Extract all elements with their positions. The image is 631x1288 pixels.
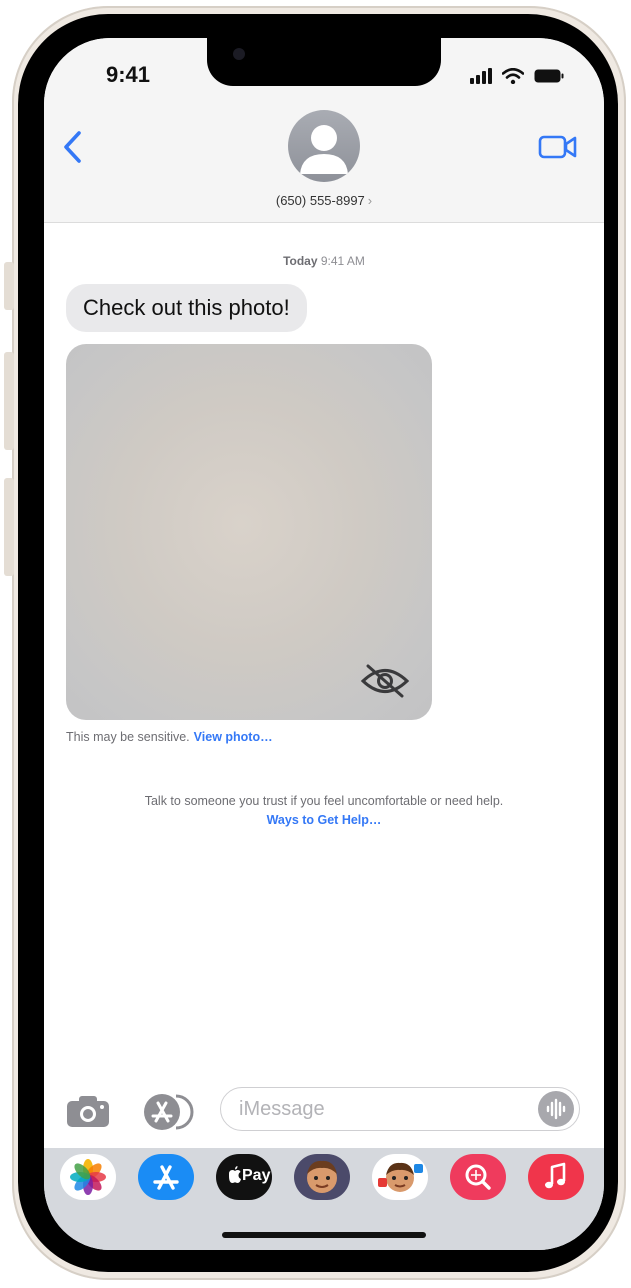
audio-waveform-icon	[546, 1098, 566, 1120]
help-text: Talk to someone you trust if you feel un…	[144, 794, 504, 808]
memoji-icon	[307, 1160, 337, 1193]
music-app[interactable]	[528, 1154, 584, 1200]
wifi-icon	[502, 68, 524, 84]
contact-chevron: ›	[367, 193, 373, 208]
home-indicator[interactable]	[222, 1232, 426, 1238]
ways-to-get-help-link[interactable]: Ways to Get Help…	[104, 813, 544, 828]
back-chevron-icon[interactable]	[62, 130, 84, 164]
images-search-icon	[465, 1164, 491, 1190]
contact-avatar[interactable]	[288, 110, 360, 182]
imessage-input[interactable]: iMessage	[220, 1087, 580, 1131]
camera-icon[interactable]	[66, 1094, 110, 1128]
side-button-volume-down	[4, 478, 14, 576]
front-camera	[233, 48, 245, 60]
side-button-volume-up	[4, 352, 14, 450]
images-search-app[interactable]	[450, 1154, 506, 1200]
received-message-bubble[interactable]: Check out this photo!	[66, 284, 307, 332]
apps-button[interactable]	[140, 1092, 200, 1137]
photos-app[interactable]	[60, 1154, 116, 1200]
photos-app-icon	[70, 1159, 106, 1195]
memoji-app[interactable]	[294, 1154, 350, 1200]
signal-icon	[470, 68, 492, 84]
apple-pay-label: Pay	[242, 1167, 271, 1184]
memoji-stickers-app[interactable]	[372, 1154, 428, 1200]
blurred-sensitive-photo[interactable]	[66, 344, 432, 720]
notch	[207, 38, 441, 86]
audio-message-button[interactable]	[538, 1091, 574, 1127]
contact-name[interactable]: (650) 555-8997 ›	[44, 193, 604, 208]
memoji-stickers-icon	[378, 1162, 423, 1192]
app-store-app-icon	[153, 1165, 179, 1190]
contact-number: (650) 555-8997	[275, 193, 365, 208]
app-store-icon	[144, 1094, 194, 1130]
message-timestamp: Today 9:41 AM	[44, 254, 604, 268]
music-icon	[545, 1162, 566, 1189]
status-time: 9:41	[106, 62, 151, 87]
apple-pay-app[interactable]: Pay	[216, 1154, 272, 1200]
sensitive-text: This may be sensitive.	[66, 730, 190, 744]
app-store-app[interactable]	[138, 1154, 194, 1200]
video-call-icon[interactable]	[538, 134, 578, 160]
timestamp-time: 9:41 AM	[320, 254, 365, 268]
screen: 9:41 (650) 555-8997 › Today 9:41 AM Chec…	[44, 38, 604, 1250]
compose-bar: iMessage	[44, 1084, 604, 1138]
view-photo-link[interactable]: View photo…	[194, 730, 273, 744]
eye-slash-icon	[360, 664, 410, 698]
imessage-placeholder: iMessage	[239, 1098, 325, 1120]
avatar-icon	[300, 125, 348, 174]
side-button-silent	[4, 262, 14, 310]
sensitive-notice: This may be sensitive. View photo…	[66, 730, 273, 744]
status-icons	[470, 68, 564, 84]
timestamp-day: Today	[283, 254, 318, 268]
help-notice: Talk to someone you trust if you feel un…	[104, 794, 544, 828]
battery-icon	[534, 69, 564, 83]
